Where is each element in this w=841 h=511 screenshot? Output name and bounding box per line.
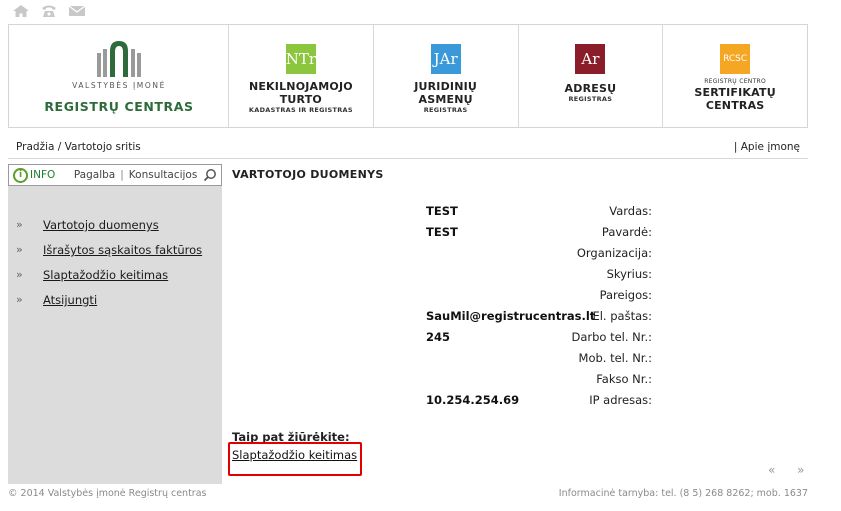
pager-arrows[interactable]: « »: [768, 463, 814, 477]
field-label: Pareigos:: [599, 288, 652, 302]
sidebar-item-label[interactable]: Vartotojo duomenys: [43, 218, 159, 232]
field-label: Darbo tel. Nr.:: [571, 330, 652, 344]
sidebar-item-label[interactable]: Slaptažodžio keitimas: [43, 268, 168, 282]
brand-juridiniu-asmenu[interactable]: JAr JURIDINIŲ ASMENŲ REGISTRAS: [374, 25, 519, 127]
field-label: Skyrius:: [606, 267, 652, 281]
footer-contact: Informacinė tarnyba: tel. (8 5) 268 8262…: [558, 488, 808, 499]
brand-prefix: REGISTRŲ CENTRO: [704, 78, 767, 85]
sidebar-menu: » Vartotojo duomenys » Išrašytos sąskait…: [16, 218, 202, 318]
field-row: Organizacija:: [232, 246, 802, 267]
search-icon[interactable]: [203, 168, 217, 182]
sidebar-item-slaptazodzio-keitimas[interactable]: » Slaptažodžio keitimas: [16, 268, 202, 293]
sidebar-item-saskaitos[interactable]: » Išrašytos sąskaitos faktūros: [16, 243, 202, 268]
info-label[interactable]: INFO: [30, 169, 55, 181]
breadcrumb[interactable]: Pradžia / Vartotojo sritis: [16, 141, 141, 153]
field-value: 245: [426, 330, 451, 344]
brand-nekilnojamojo-turto[interactable]: NTr NEKILNOJAMOJO TURTO KADASTRAS IR REGI…: [229, 25, 374, 127]
bullet-icon: »: [16, 293, 23, 306]
footer-copyright: © 2014 Valstybės įmonė Registrų centras: [8, 488, 207, 499]
field-value: TEST: [426, 204, 458, 218]
sidebar: i INFO | Pagalba | Konsultacijos » Varto…: [8, 164, 222, 484]
consultations-link[interactable]: Konsultacijos: [129, 169, 198, 181]
breadcrumb-bar: Pradžia / Vartotojo sritis | Apie įmonę: [8, 137, 808, 159]
sidebar-item-vartotojo-duomenys[interactable]: » Vartotojo duomenys: [16, 218, 202, 243]
field-label: Organizacija:: [576, 246, 652, 260]
field-row: Pavardė: TEST: [232, 225, 802, 246]
brand-name: NEKILNOJAMOJO TURTO: [248, 80, 353, 106]
ar-logo-icon: Ar: [575, 44, 606, 74]
brand-sertifikatu-centras[interactable]: RCSC REGISTRŲ CENTRO SERTIFIKATŲ CENTRAS: [663, 25, 807, 127]
sidebar-item-label[interactable]: Atsijungti: [43, 293, 97, 307]
registru-centras-logo[interactable]: VALSTYBĖS ĮMONĖ REGISTRŲ CENTRAS: [9, 25, 229, 127]
field-row: Vardas: TEST: [232, 204, 802, 225]
field-row: Mob. tel. Nr.:: [232, 351, 802, 372]
see-also-password-link[interactable]: Slaptažodžio keitimas: [232, 448, 357, 462]
field-label: Mob. tel. Nr.:: [578, 351, 652, 365]
field-label: Pavardė:: [601, 225, 652, 239]
brand-adresu[interactable]: Ar ADRESŲ REGISTRAS: [519, 25, 664, 127]
brand-subtitle: REGISTRAS: [423, 106, 468, 114]
info-icon[interactable]: i: [13, 167, 28, 183]
about-company-link[interactable]: | Apie įmonę: [734, 141, 800, 153]
brand-name: JURIDINIŲ ASMENŲ: [414, 80, 478, 106]
bullet-icon: »: [16, 243, 23, 256]
field-row: IP adresas: 10.254.254.69: [232, 393, 802, 414]
field-row: Fakso Nr.:: [232, 372, 802, 393]
bullet-icon: »: [16, 218, 23, 231]
field-value: TEST: [426, 225, 458, 239]
field-label: Fakso Nr.:: [596, 372, 652, 386]
field-value: SauMil@registrucentras.lt: [426, 309, 596, 323]
field-row: El. paštas: SauMil@registrucentras.lt: [232, 309, 802, 330]
site-header: VALSTYBĖS ĮMONĖ REGISTRŲ CENTRAS NTr NEK…: [8, 24, 808, 128]
mail-icon[interactable]: [68, 4, 86, 18]
help-link[interactable]: Pagalba: [74, 169, 115, 181]
separator: |: [120, 169, 124, 181]
page-title: VARTOTOJO DUOMENYS: [232, 168, 384, 181]
top-icon-bar: [12, 4, 86, 18]
field-label: Vardas:: [609, 204, 652, 218]
field-value: 10.254.254.69: [426, 393, 520, 407]
logo-text-main: REGISTRŲ CENTRAS: [44, 99, 194, 114]
info-bar: i INFO | Pagalba | Konsultacijos: [8, 164, 222, 186]
user-data-fields: Vardas: TEST Pavardė: TEST Organizacija:…: [232, 204, 802, 414]
phone-icon[interactable]: [40, 4, 58, 18]
main-content: VARTOTOJO DUOMENYS Vardas: TEST Pavardė:…: [228, 168, 802, 476]
sidebar-item-atsijungti[interactable]: » Atsijungti: [16, 293, 202, 318]
logo-arch-icon: [97, 41, 141, 77]
home-icon[interactable]: [12, 4, 30, 18]
field-row: Pareigos:: [232, 288, 802, 309]
logo-text-top: VALSTYBĖS ĮMONĖ: [72, 81, 166, 90]
jar-logo-icon: JAr: [430, 44, 461, 74]
brand-name: SERTIFIKATŲ CENTRAS: [694, 86, 776, 112]
brand-subtitle: REGISTRAS: [568, 95, 613, 103]
ntr-logo-icon: NTr: [286, 44, 316, 74]
brand-name: ADRESŲ: [564, 82, 617, 95]
brand-subtitle: KADASTRAS IR REGISTRAS: [248, 106, 353, 114]
bullet-icon: »: [16, 268, 23, 281]
rcsc-logo-icon: RCSC: [720, 44, 751, 74]
field-row: Skyrius:: [232, 267, 802, 288]
sidebar-item-label[interactable]: Išrašytos sąskaitos faktūros: [43, 243, 202, 257]
field-row: Darbo tel. Nr.: 245: [232, 330, 802, 351]
